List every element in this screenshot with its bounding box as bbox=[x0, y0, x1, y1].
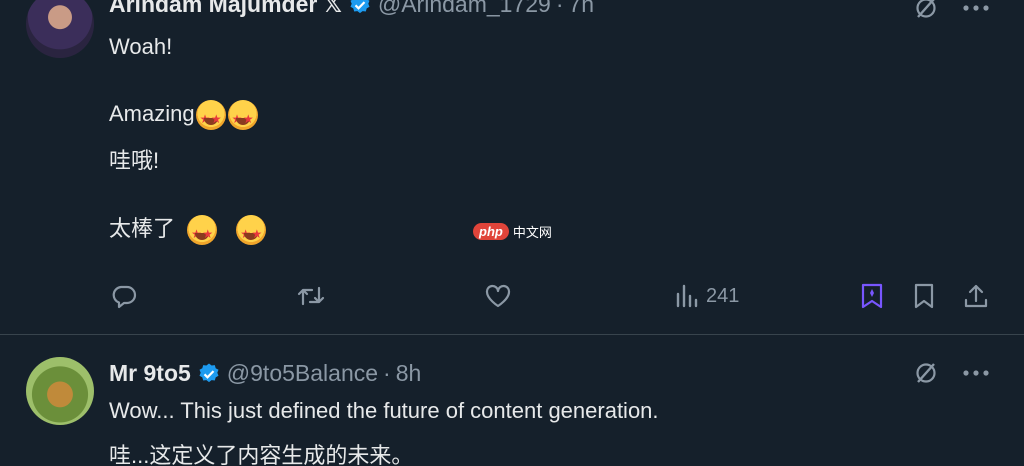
watermark-logo: php bbox=[473, 223, 509, 240]
tweet-text-line: 哇...这定义了内容生成的未来。 bbox=[109, 443, 414, 466]
star-struck-emoji bbox=[195, 100, 226, 134]
feed: Arindam Majumder 𝕏 @Arindam_1729 · 7h Wo… bbox=[0, 0, 1024, 466]
share-icon bbox=[964, 284, 988, 308]
heart-icon bbox=[485, 284, 511, 308]
separator-dot: · bbox=[555, 0, 564, 17]
avatar[interactable] bbox=[26, 357, 94, 425]
star-struck-emoji bbox=[227, 100, 258, 134]
tweet-top-actions bbox=[912, 0, 990, 22]
grok-icon[interactable] bbox=[912, 359, 940, 387]
star-struck-emoji bbox=[187, 215, 218, 249]
tweet-top-actions bbox=[912, 359, 990, 387]
tweet-text-line: 太棒了 bbox=[109, 214, 267, 249]
grok-icon[interactable] bbox=[912, 0, 940, 22]
tweet-text: Amazing bbox=[109, 101, 195, 126]
tweet-header: Mr 9to5 @9to5Balance · 8h bbox=[109, 360, 421, 387]
views-button[interactable]: 241 bbox=[674, 282, 739, 310]
handle[interactable]: @9to5Balance bbox=[227, 360, 378, 387]
separator-dot: · bbox=[383, 360, 391, 386]
views-count: 241 bbox=[706, 284, 740, 307]
timestamp[interactable]: 8h bbox=[396, 360, 422, 387]
repost-icon bbox=[297, 286, 325, 306]
tweet[interactable]: Mr 9to5 @9to5Balance · 8h Wow... This ju… bbox=[0, 335, 1024, 466]
reply-button[interactable] bbox=[110, 282, 138, 310]
tweet-action-bar: 241 bbox=[0, 282, 1024, 314]
like-button[interactable] bbox=[484, 282, 512, 310]
analytics-icon bbox=[676, 284, 698, 308]
repost-button[interactable] bbox=[296, 282, 326, 310]
share-button[interactable] bbox=[962, 282, 990, 310]
reply-icon bbox=[112, 285, 137, 309]
more-options-icon[interactable] bbox=[962, 4, 990, 12]
handle[interactable]: @Arindam_1729 bbox=[378, 0, 551, 18]
x-badge: 𝕏 bbox=[323, 0, 342, 17]
display-name[interactable]: Mr 9to5 bbox=[109, 360, 191, 387]
star-struck-emoji bbox=[236, 215, 267, 249]
tweet-text-line: Amazing bbox=[109, 99, 259, 134]
grok-bookmark-icon bbox=[861, 283, 883, 309]
watermark-text: 中文网 bbox=[512, 225, 552, 240]
grok-analyze-button[interactable] bbox=[859, 282, 885, 310]
more-options-icon[interactable] bbox=[962, 369, 990, 377]
display-name[interactable]: Arindam Majumder bbox=[109, 0, 317, 18]
verified-badge-icon bbox=[348, 0, 372, 17]
tweet-text-line: Wow... This just defined the future of c… bbox=[109, 398, 659, 423]
tweet-text: 太棒了 bbox=[109, 216, 176, 241]
tweet-text-line: Woah! bbox=[109, 34, 173, 59]
tweet-header: Arindam Majumder 𝕏 @Arindam_1729 · 7h bbox=[109, 0, 594, 18]
avatar[interactable] bbox=[26, 0, 94, 58]
tweet-text-line: 哇哦! bbox=[109, 148, 160, 173]
bookmark-button[interactable] bbox=[911, 282, 937, 310]
site-watermark: php 中文网 bbox=[473, 222, 552, 241]
timestamp[interactable]: 7h bbox=[568, 0, 594, 18]
bookmark-icon bbox=[914, 283, 934, 309]
verified-badge-icon bbox=[197, 362, 221, 386]
tweet[interactable]: Arindam Majumder 𝕏 @Arindam_1729 · 7h Wo… bbox=[0, 0, 1024, 334]
